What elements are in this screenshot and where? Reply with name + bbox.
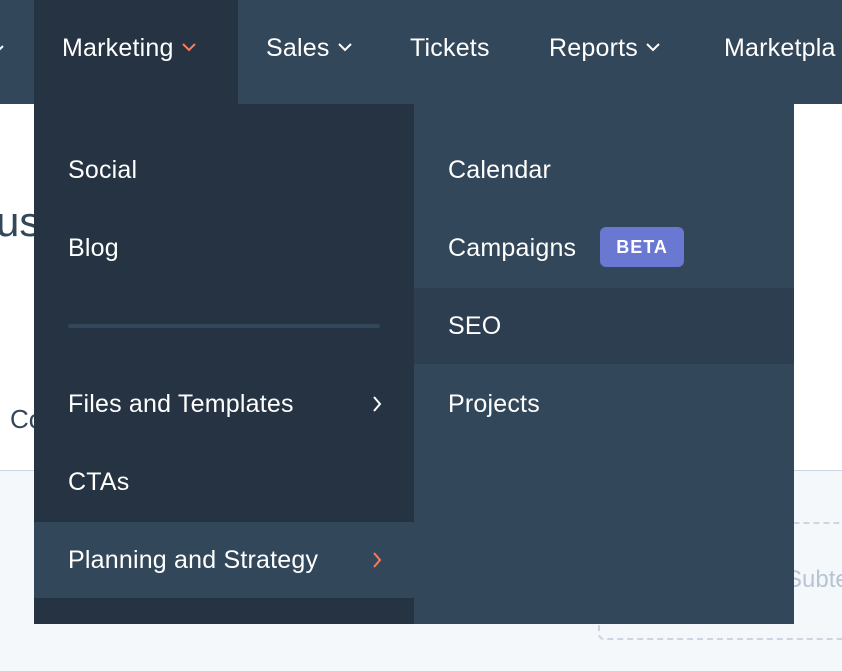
- menu-item-label: Planning and Strategy: [68, 546, 319, 574]
- nav-tickets[interactable]: Tickets: [410, 0, 490, 104]
- chevron-down-icon: [646, 43, 660, 52]
- menu-item-label: Campaigns: [448, 234, 577, 262]
- menu-item-label: Blog: [68, 234, 119, 262]
- nav-sales[interactable]: Sales: [266, 0, 352, 104]
- beta-badge: BETA: [600, 227, 684, 268]
- menu-item-social[interactable]: Social: [34, 132, 414, 208]
- chevron-down-icon: [337, 43, 352, 52]
- chevron-down-icon: [181, 43, 196, 52]
- nav-marketplace-label: Marketpla: [724, 34, 836, 62]
- nav-sales-label: Sales: [266, 34, 330, 62]
- menu-item-files-and-templates[interactable]: Files and Templates: [34, 366, 414, 442]
- menu-item-label: Files and Templates: [68, 390, 294, 418]
- marketing-dropdown-menu: Social Blog Files and Templates CTAs Pla…: [34, 104, 414, 624]
- menu-item-label: Projects: [448, 390, 540, 418]
- top-navigation: Marketing Sales Tickets Reports Marketpl…: [0, 0, 842, 104]
- menu-item-ctas[interactable]: CTAs: [34, 444, 414, 520]
- menu-item-label: CTAs: [68, 468, 130, 496]
- menu-item-planning-and-strategy[interactable]: Planning and Strategy: [34, 522, 414, 598]
- nav-marketing-label: Marketing: [62, 34, 174, 62]
- card-text-fragment: Subte: [786, 566, 842, 593]
- menu-divider: [68, 324, 380, 328]
- chevron-right-icon: [373, 396, 382, 412]
- nav-reports-label: Reports: [549, 34, 638, 62]
- menu-item-blog[interactable]: Blog: [34, 210, 414, 286]
- nav-tickets-label: Tickets: [410, 34, 490, 62]
- chevron-down-icon: [0, 45, 4, 51]
- submenu-item-seo[interactable]: SEO: [414, 288, 794, 364]
- menu-item-label: Calendar: [448, 156, 552, 184]
- nav-marketing[interactable]: Marketing: [34, 0, 238, 104]
- nav-reports[interactable]: Reports: [549, 0, 660, 104]
- menu-item-label: Social: [68, 156, 138, 184]
- submenu-item-projects[interactable]: Projects: [414, 366, 794, 442]
- chevron-right-icon: [373, 552, 382, 568]
- planning-strategy-submenu: Calendar Campaigns BETA SEO Projects: [414, 104, 794, 624]
- submenu-item-campaigns[interactable]: Campaigns BETA: [414, 210, 794, 286]
- nav-prev-chevron[interactable]: [0, 0, 10, 104]
- menu-item-label: SEO: [448, 312, 502, 340]
- nav-marketplace[interactable]: Marketpla: [724, 0, 836, 104]
- submenu-item-calendar[interactable]: Calendar: [414, 132, 794, 208]
